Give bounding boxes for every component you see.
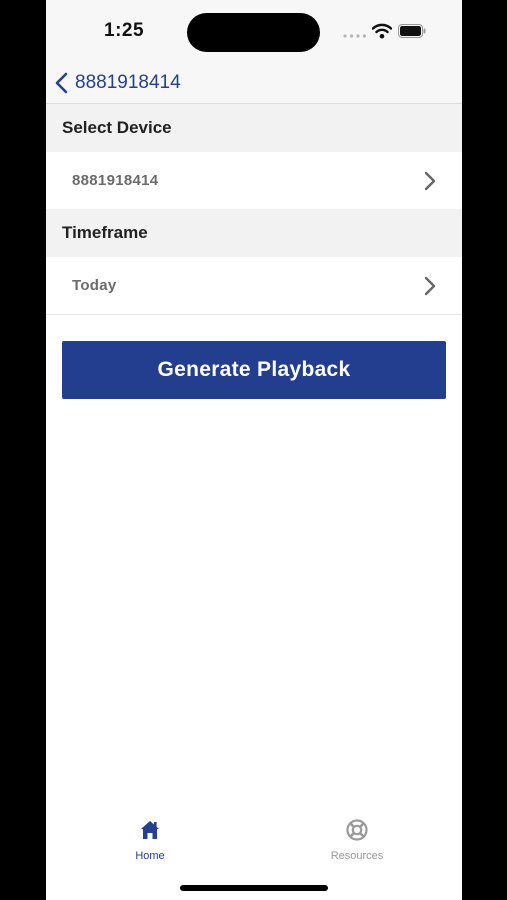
device-row[interactable]: 8881918414 [46,152,462,209]
home-indicator [180,885,328,891]
timeframe-row[interactable]: Today [46,257,462,314]
tab-home-label: Home [135,850,165,862]
chevron-left-icon [55,72,68,94]
battery-icon [398,24,426,38]
section-header-timeframe: Timeframe [46,209,462,257]
back-label: 8881918414 [75,72,181,93]
wifi-icon [372,23,392,39]
generate-playback-button[interactable]: Generate Playback [62,341,446,399]
tab-home[interactable]: Home [100,818,200,868]
status-bar: 1:25 [46,0,462,62]
divider [46,314,462,315]
app-screen: 1:25 8881918414 Select Device 8881918414… [46,0,462,900]
tab-resources[interactable]: Resources [307,818,407,868]
back-button[interactable]: 8881918414 [54,66,181,100]
home-icon [141,821,159,839]
navigation-bar: 8881918414 [46,62,462,104]
lifebuoy-icon [346,819,368,841]
dynamic-island [187,13,320,52]
chevron-right-icon [424,276,436,296]
signal-icon [343,34,367,38]
tab-resources-label: Resources [330,850,384,862]
timeframe-value: Today [72,277,117,294]
chevron-right-icon [424,171,436,191]
status-time: 1:25 [104,20,145,41]
section-header-device: Select Device [46,104,462,152]
device-value: 8881918414 [72,172,159,189]
